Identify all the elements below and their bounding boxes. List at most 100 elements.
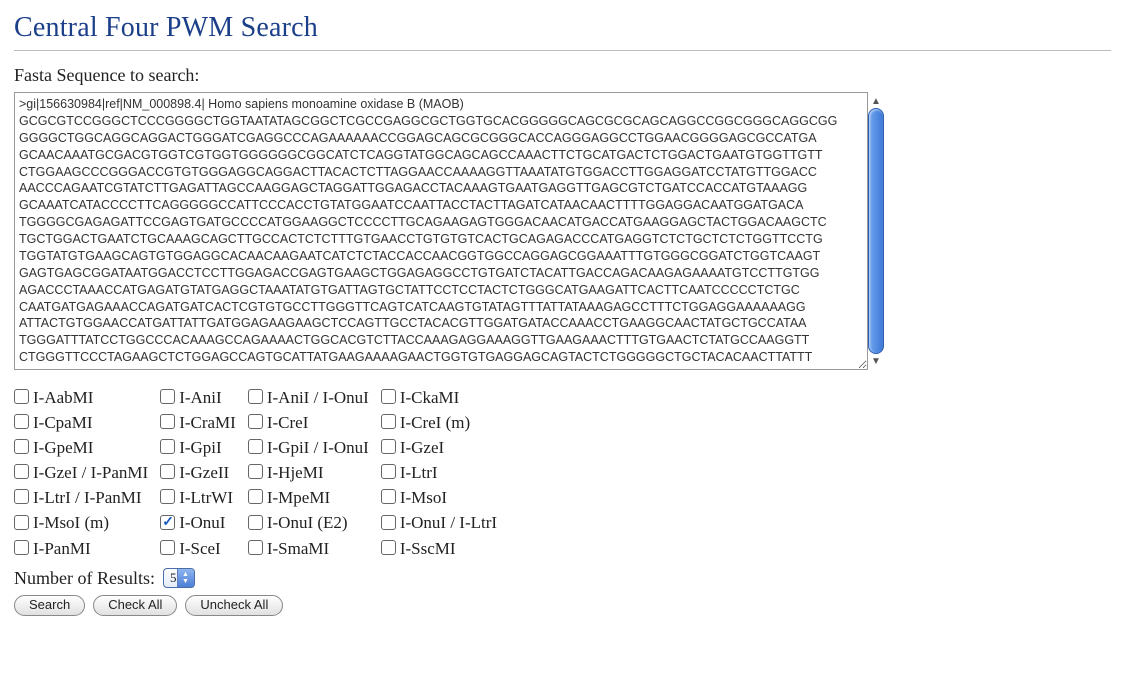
checkbox-box-icon[interactable] [248,414,263,429]
checkbox-box-icon[interactable] [381,439,396,454]
checkbox-box-icon[interactable] [248,515,263,530]
checkbox-label: I-HjeMI [267,463,324,482]
checkbox-box-icon[interactable] [160,414,175,429]
checkbox-i-ltrwi[interactable]: I-LtrWI [160,488,233,507]
checkbox-label: I-AniI [179,388,221,407]
checkbox-label: I-GpeMI [33,438,93,457]
checkbox-label: I-LtrWI [179,488,233,507]
checkbox-i-panmi[interactable]: I-PanMI [14,539,91,558]
checkbox-i-onui-i-ltri[interactable]: I-OnuI / I-LtrI [381,513,497,532]
checkbox-i-ltri-i-panmi[interactable]: I-LtrI / I-PanMI [14,488,142,507]
checkbox-box-icon[interactable] [14,464,29,479]
checkbox-i-gzei[interactable]: I-GzeI [381,438,444,457]
checkbox-i-sscmi[interactable]: I-SscMI [381,539,456,558]
checkbox-box-icon[interactable] [381,489,396,504]
checkbox-box-icon[interactable] [248,540,263,555]
select-updown-icon: ▲▼ [177,569,194,587]
checkbox-i-gpii[interactable]: I-GpiI [160,438,221,457]
checkbox-label: I-OnuI (E2) [267,513,348,532]
checkbox-i-gzei-i-panmi[interactable]: I-GzeI / I-PanMI [14,463,148,482]
checkbox-label: I-MsoI [400,488,447,507]
checkbox-box-icon[interactable] [381,540,396,555]
checkbox-box-icon[interactable] [381,389,396,404]
checkbox-i-anii-i-onui[interactable]: I-AniI / I-OnuI [248,388,369,407]
checkbox-box-icon[interactable] [14,389,29,404]
checkbox-label: I-CreI (m) [400,413,470,432]
checkbox-box-icon[interactable] [248,439,263,454]
checkbox-i-gpii-i-onui[interactable]: I-GpiI / I-OnuI [248,438,369,457]
search-button[interactable]: Search [14,595,85,616]
results-label: Number of Results: [14,568,155,589]
checkbox-i-onui-e2-[interactable]: I-OnuI (E2) [248,513,348,532]
checkbox-i-gpemi[interactable]: I-GpeMI [14,438,93,457]
checkbox-i-smami[interactable]: I-SmaMI [248,539,329,558]
checkbox-i-onui[interactable]: I-OnuI [160,513,225,532]
checkbox-label: I-AniI / I-OnuI [267,388,369,407]
checkbox-label: I-CpaMI [33,413,92,432]
checkbox-i-hjemi[interactable]: I-HjeMI [248,463,324,482]
checkbox-label: I-SmaMI [267,539,329,558]
checkbox-box-icon[interactable] [381,515,396,530]
checkbox-i-crei-m-[interactable]: I-CreI (m) [381,413,470,432]
textarea-scrollbar[interactable]: ▲ ▼ [868,94,884,368]
checkbox-label: I-GpiI [179,438,221,457]
checkbox-box-icon[interactable] [248,489,263,504]
scroll-down-arrow-icon[interactable]: ▼ [868,354,884,368]
checkbox-label: I-SscMI [400,539,456,558]
checkbox-i-scei[interactable]: I-SceI [160,539,221,558]
checkbox-i-crei[interactable]: I-CreI [248,413,309,432]
checkbox-label: I-LtrI [400,463,438,482]
divider [14,50,1111,51]
checkbox-box-icon[interactable] [381,464,396,479]
checkbox-box-icon[interactable] [160,515,175,530]
checkbox-label: I-MsoI (m) [33,513,109,532]
checkbox-box-icon[interactable] [160,489,175,504]
checkbox-label: I-OnuI [179,513,225,532]
checkbox-box-icon[interactable] [14,439,29,454]
uncheck-all-button[interactable]: Uncheck All [185,595,283,616]
checkbox-label: I-SceI [179,539,221,558]
checkbox-label: I-CkaMI [400,388,459,407]
checkbox-label: I-CreI [267,413,309,432]
checkbox-grid: I-AabMI I-AniI I-AniI / I-OnuI I-CkaMI I-Cpa… [14,386,509,562]
checkbox-label: I-CraMI [179,413,236,432]
checkbox-i-ltri[interactable]: I-LtrI [381,463,438,482]
checkbox-box-icon[interactable] [160,464,175,479]
checkbox-box-icon[interactable] [14,540,29,555]
checkbox-i-cpami[interactable]: I-CpaMI [14,413,92,432]
fasta-textarea-wrap: ▲ ▼ [14,92,884,376]
checkbox-i-mpemi[interactable]: I-MpeMI [248,488,330,507]
checkbox-i-crami[interactable]: I-CraMI [160,413,236,432]
checkbox-i-ckami[interactable]: I-CkaMI [381,388,459,407]
checkbox-label: I-AabMI [33,388,93,407]
checkbox-label: I-PanMI [33,539,91,558]
checkbox-label: I-GzeI [400,438,444,457]
checkbox-label: I-MpeMI [267,488,330,507]
checkbox-box-icon[interactable] [14,489,29,504]
page-title: Central Four PWM Search [14,12,1111,44]
checkbox-i-gzeii[interactable]: I-GzeII [160,463,229,482]
results-select-value: 5 [170,569,177,587]
checkbox-i-aabmi[interactable]: I-AabMI [14,388,93,407]
results-select[interactable]: 5 ▲▼ [163,568,195,588]
checkbox-box-icon[interactable] [381,414,396,429]
checkbox-box-icon[interactable] [248,389,263,404]
fasta-textarea[interactable] [14,92,868,370]
checkbox-label: I-OnuI / I-LtrI [400,513,497,532]
checkbox-i-msoi[interactable]: I-MsoI [381,488,447,507]
checkbox-label: I-GzeI / I-PanMI [33,463,148,482]
checkbox-box-icon[interactable] [160,439,175,454]
checkbox-i-msoi-m-[interactable]: I-MsoI (m) [14,513,109,532]
scroll-thumb[interactable] [868,108,884,354]
checkbox-box-icon[interactable] [14,414,29,429]
fasta-label: Fasta Sequence to search: [14,65,1111,86]
checkbox-i-anii[interactable]: I-AniI [160,388,221,407]
checkbox-label: I-LtrI / I-PanMI [33,488,142,507]
scroll-up-arrow-icon[interactable]: ▲ [868,94,884,108]
checkbox-box-icon[interactable] [160,389,175,404]
checkbox-box-icon[interactable] [160,540,175,555]
checkbox-box-icon[interactable] [248,464,263,479]
checkbox-box-icon[interactable] [14,515,29,530]
checkbox-label: I-GzeII [179,463,229,482]
check-all-button[interactable]: Check All [93,595,177,616]
